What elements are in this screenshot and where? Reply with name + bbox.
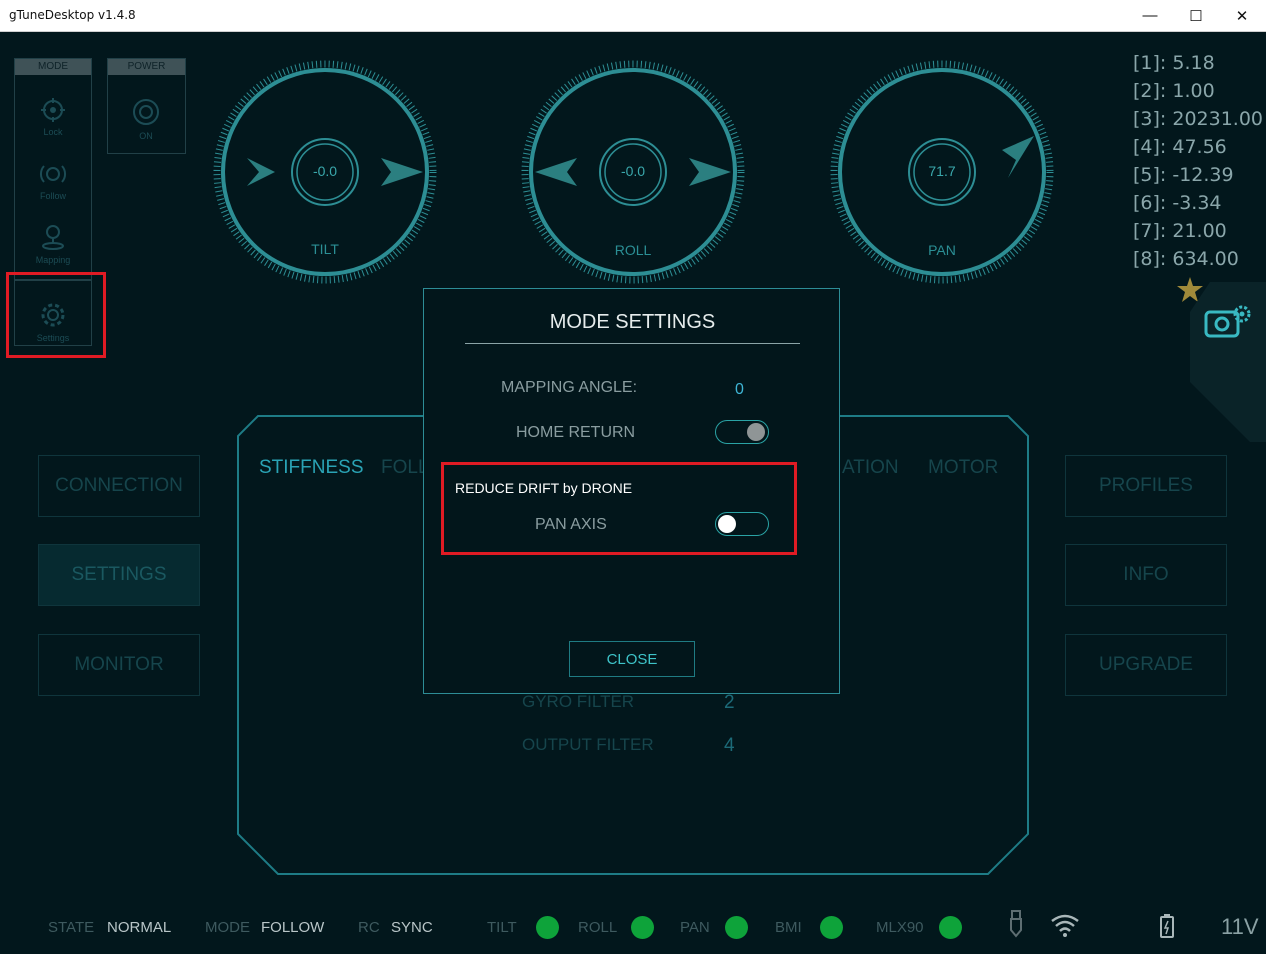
usb-icon bbox=[1010, 910, 1022, 938]
window-title: gTuneDesktop v1.4.8 bbox=[9, 8, 136, 22]
bmi-status-dot bbox=[820, 916, 843, 939]
gyro-filter-value[interactable]: 2 bbox=[724, 692, 735, 714]
readout-8: [8]: 634.00 bbox=[1133, 248, 1239, 270]
battery-icon bbox=[1160, 914, 1174, 938]
tab-calibration[interactable]: ATION bbox=[842, 457, 899, 479]
window-titlebar: gTuneDesktop v1.4.8 — ☐ ✕ bbox=[0, 0, 1266, 32]
home-return-toggle[interactable] bbox=[715, 420, 769, 444]
output-filter-label: OUTPUT FILTER bbox=[522, 735, 654, 754]
roll-status-label: ROLL bbox=[578, 919, 618, 936]
tilt-status-label: TILT bbox=[487, 919, 517, 936]
settings-button[interactable]: SETTINGS bbox=[38, 544, 200, 606]
mlx90-status-label: MLX90 bbox=[876, 919, 924, 936]
readout-3: [3]: 20231.00 bbox=[1133, 108, 1264, 130]
state-value: NORMAL bbox=[107, 919, 172, 936]
connection-button[interactable]: CONNECTION bbox=[38, 455, 200, 517]
roll-value: -0.0 bbox=[620, 163, 646, 179]
monitor-button[interactable]: MONITOR bbox=[38, 634, 200, 696]
roll-label: ROLL bbox=[614, 242, 652, 258]
state-label: STATE bbox=[48, 919, 95, 936]
close-icon[interactable]: ✕ bbox=[1219, 0, 1265, 31]
tab-stiffness[interactable]: STIFFNESS bbox=[259, 457, 364, 479]
mode-settings-dialog: MODE SETTINGS MAPPING ANGLE: 0 HOME RETU… bbox=[423, 288, 840, 694]
readout-7: [7]: 21.00 bbox=[1133, 220, 1227, 242]
rc-label: RC bbox=[358, 919, 380, 936]
maximize-icon[interactable]: ☐ bbox=[1173, 0, 1219, 31]
mlx90-status-dot bbox=[939, 916, 962, 939]
output-filter-value[interactable]: 4 bbox=[724, 735, 735, 757]
tab-motor[interactable]: MOTOR bbox=[928, 457, 998, 479]
title-divider bbox=[465, 343, 800, 344]
mode-label: MODE bbox=[205, 919, 250, 936]
app-canvas: MODE Lock Follow Mapping Settings POWER … bbox=[0, 32, 1266, 954]
tilt-label: TILT bbox=[311, 241, 339, 257]
profiles-button[interactable]: PROFILES bbox=[1065, 455, 1227, 517]
highlight-reduce-drift-box bbox=[441, 462, 797, 555]
mapping-angle-label: MAPPING ANGLE: bbox=[501, 379, 638, 396]
roll-status-dot bbox=[631, 916, 654, 939]
tab-follow[interactable]: FOLL bbox=[381, 457, 429, 479]
readout-6: [6]: -3.34 bbox=[1133, 192, 1222, 214]
pan-status-dot bbox=[725, 916, 748, 939]
rc-value: SYNC bbox=[391, 919, 433, 936]
pan-status-label: PAN bbox=[680, 919, 710, 936]
minimize-icon[interactable]: — bbox=[1127, 0, 1173, 31]
readout-4: [4]: 47.56 bbox=[1133, 136, 1227, 158]
camera-gear-icon[interactable] bbox=[1204, 302, 1252, 340]
dialog-title: MODE SETTINGS bbox=[549, 311, 716, 333]
readout-1: [1]: 5.18 bbox=[1133, 52, 1215, 74]
readout-2: [2]: 1.00 bbox=[1133, 80, 1215, 102]
info-button[interactable]: INFO bbox=[1065, 544, 1227, 606]
tilt-value: -0.0 bbox=[312, 163, 338, 179]
mapping-angle-value[interactable]: 0 bbox=[735, 381, 744, 399]
pan-value: 71.7 bbox=[928, 163, 956, 179]
pan-label: PAN bbox=[928, 242, 956, 258]
bmi-status-label: BMI bbox=[775, 919, 802, 936]
tilt-status-dot bbox=[536, 916, 559, 939]
status-bar: STATE NORMAL MODE FOLLOW RC SYNC TILT RO… bbox=[0, 896, 1266, 954]
home-return-label: HOME RETURN bbox=[516, 424, 636, 441]
close-button[interactable]: CLOSE bbox=[569, 641, 695, 677]
home-return-toggle-knob bbox=[747, 423, 765, 441]
gyro-filter-label: GYRO FILTER bbox=[522, 692, 635, 711]
voltage-value: 11V bbox=[1221, 914, 1259, 939]
upgrade-button[interactable]: UPGRADE bbox=[1065, 634, 1227, 696]
mode-value: FOLLOW bbox=[261, 919, 325, 936]
wifi-icon bbox=[1051, 914, 1079, 937]
readout-5: [5]: -12.39 bbox=[1133, 164, 1234, 186]
